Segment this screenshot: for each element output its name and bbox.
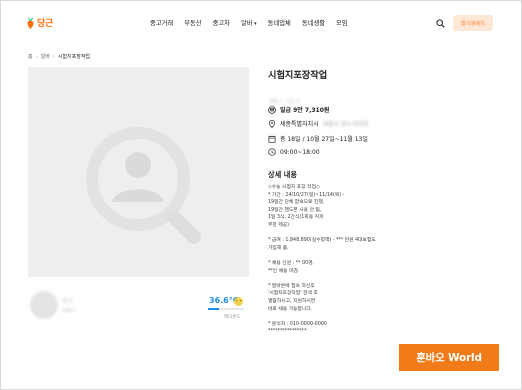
- section-title: 상세 내용: [268, 170, 297, 179]
- description-line: 가입해 줌.: [268, 245, 289, 251]
- nav-item[interactable]: 중고거래: [150, 18, 173, 27]
- description-line: **인 채용 마감.: [268, 268, 300, 274]
- description-line: 19일간 단체 합숙으로 진행,: [268, 200, 325, 206]
- wage-text: 일급 9만 7,310원: [280, 107, 330, 114]
- description-line: [268, 252, 498, 260]
- calendar-icon: [268, 135, 276, 143]
- description-line: ****************: [268, 329, 307, 335]
- location-pin-icon: [268, 119, 276, 128]
- carrot-logo-icon: [27, 17, 34, 29]
- chevron-right-icon: ›: [52, 53, 55, 60]
- brand-logo[interactable]: 당근: [26, 16, 53, 29]
- location-detail-text: 세종시 한누리대로: [322, 121, 369, 128]
- nav-item[interactable]: 모임: [336, 18, 348, 27]
- brand-name: 당근: [37, 19, 53, 29]
- main-nav: 중고거래 부동산 중고차 알바 동네업체 동네생활 모임: [150, 18, 348, 27]
- schedule-text: 총 18일 / 10월 27일~11월 13일: [280, 136, 368, 143]
- post-detail: 시험지포장작업 세종시 · 1일 전 ₩ 일급 9만 7,310원 세종특별자치…: [268, 67, 498, 334]
- description-line: [268, 275, 498, 283]
- location-row: 세종특별자치시 세종시 한누리대로: [268, 119, 369, 128]
- nav-item[interactable]: 알바: [241, 18, 257, 27]
- wage-row: ₩ 일급 9만 7,310원: [268, 105, 329, 114]
- description-line: * 알바몬에 접속 하신후: [268, 283, 315, 289]
- top-header: 당근 중고거래 부동산 중고차 알바 동네업체 동네생활 모임 앱 다운로드: [0, 0, 522, 46]
- breadcrumb-category[interactable]: 알바: [41, 53, 50, 60]
- description-line: 1일 3식, 2간식(1회용 커피: [268, 215, 324, 221]
- nav-item[interactable]: 중고차: [213, 18, 230, 27]
- description-line: * 기간 : 24/10/27(일)~11/14(목) -: [268, 192, 345, 198]
- post-image-placeholder[interactable]: [28, 67, 249, 277]
- manner-temperature-label[interactable]: 매너온도: [224, 314, 241, 320]
- app-download-label: 앱 다운로드: [460, 20, 486, 27]
- description-line: [268, 313, 498, 321]
- clock-icon: [268, 148, 276, 156]
- description-line: ◇수능 시험지 포장 작업◇: [268, 185, 320, 190]
- hours-row: 09:00~18:00: [268, 148, 320, 156]
- avatar[interactable]: [30, 291, 58, 319]
- schedule-row: 총 18일 / 10월 27일~11월 13일: [268, 134, 368, 143]
- nav-item[interactable]: 동네생활: [302, 18, 325, 27]
- location-text: 세종특별자치시: [280, 121, 319, 128]
- svg-text:₩: ₩: [270, 107, 275, 112]
- app-download-button[interactable]: 앱 다운로드: [453, 15, 493, 31]
- breadcrumb-current: 시험지포장작업: [57, 54, 91, 60]
- seller-name[interactable]: 당근: [62, 296, 73, 305]
- post-description: ◇수능 시험지 포장 작업◇ * 기간 : 24/10/27(일)~11/14(목…: [268, 184, 498, 336]
- description-line: 무한 제공): [268, 222, 290, 228]
- description-line: * 채용 인원 : ** 00명,: [268, 260, 315, 266]
- nav-item[interactable]: 부동산: [184, 18, 201, 27]
- description-line: 바로 채용 가능합니다.: [268, 306, 313, 312]
- description-line: 19일간 핸드폰 사용 안 됨,: [268, 207, 322, 213]
- chevron-right-icon: ›: [35, 53, 38, 60]
- temperature-bar-fill: [208, 308, 219, 310]
- description-line: '시험지포장작업' 검색 후: [268, 291, 318, 297]
- description-line: * 문의처 : 010-0000-0000: [268, 321, 327, 327]
- person-search-icon: [86, 127, 201, 244]
- smile-face-icon: [234, 297, 243, 306]
- seller-profile[interactable]: 당근 세종시 36.6°C 매너온도: [28, 287, 249, 327]
- description-line: [268, 230, 498, 238]
- post-title: 시험지포장작업: [268, 70, 328, 81]
- search-icon[interactable]: [436, 19, 445, 28]
- watermark: 훈바오 World: [399, 344, 499, 371]
- temperature-bar: [208, 308, 244, 310]
- description-line: * 급여 : 1,848,890(실수령액) - *** 만원 4대보험도: [268, 238, 376, 244]
- breadcrumb: 홈 › 알바 › 시험지포장작업: [28, 53, 91, 61]
- post-subtitle: 세종시 · 1일 전: [268, 99, 301, 105]
- nav-item[interactable]: 동네업체: [268, 18, 291, 27]
- description-line: 열람하시고, 지원하시면: [268, 298, 316, 304]
- hours-text: 09:00~18:00: [280, 148, 320, 156]
- breadcrumb-home[interactable]: 홈: [28, 53, 33, 60]
- wage-icon: ₩: [268, 105, 276, 114]
- seller-location: 세종시: [62, 308, 76, 314]
